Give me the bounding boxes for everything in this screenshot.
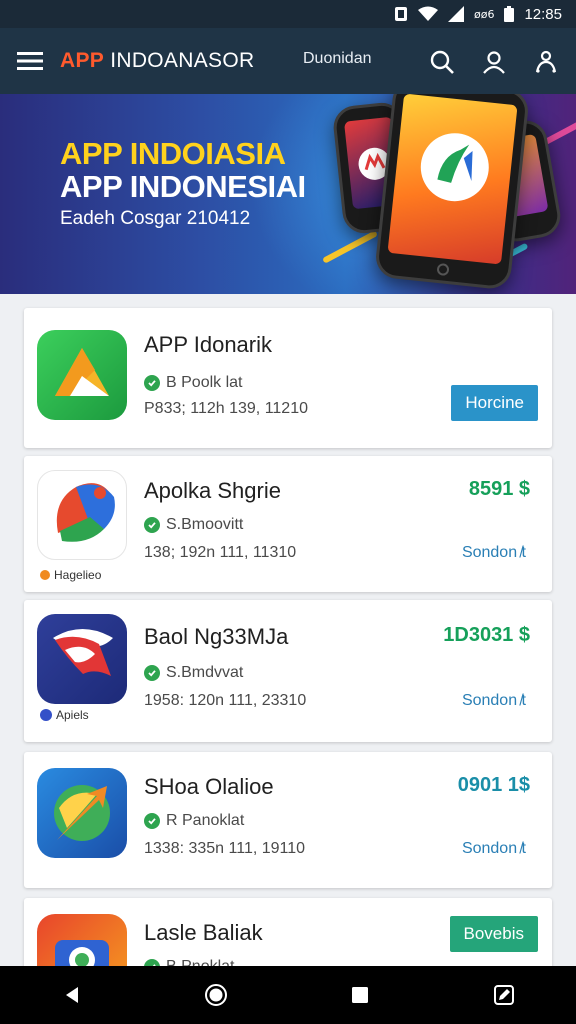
recents-button[interactable] bbox=[330, 966, 390, 1024]
menu-icon bbox=[17, 52, 43, 70]
badge-text: Apiels bbox=[56, 708, 89, 722]
app-link[interactable]: Sondon ̸t bbox=[462, 840, 526, 858]
badge-check-icon bbox=[40, 709, 52, 721]
account-icon bbox=[483, 51, 505, 74]
promo-banner[interactable]: APP INDOIASIA APP INDONESIAI Eadeh Cosga… bbox=[0, 94, 576, 294]
banner-subtitle: Eadeh Cosgar 210412 bbox=[60, 208, 251, 229]
app-card[interactable]: Apiels Baol Ng33MJa S.Bmdvvat 1958: 120n… bbox=[24, 600, 552, 742]
app-meta: R Panoklat bbox=[144, 812, 244, 830]
verified-check-icon bbox=[144, 375, 160, 391]
app-price: 8591 $ bbox=[468, 478, 530, 500]
account-button[interactable] bbox=[472, 40, 516, 84]
arrow-globe-icon bbox=[37, 768, 127, 858]
header-link[interactable]: Duonidan bbox=[303, 50, 372, 68]
app-card[interactable]: Hagelieo Apolka Shgrie S.Bmoovitt 138; 1… bbox=[24, 456, 552, 592]
battery-icon bbox=[504, 6, 515, 22]
app-meta-text: S.Bmoovitt bbox=[166, 516, 244, 533]
recents-icon bbox=[352, 987, 368, 1003]
app-info: P833; 112h 139, 11210 bbox=[144, 400, 308, 417]
app-info: 138; 192n 111, 11310 bbox=[144, 544, 297, 561]
red-swirl-icon bbox=[37, 614, 127, 704]
edit-icon bbox=[494, 985, 514, 1005]
home-button[interactable] bbox=[186, 966, 246, 1024]
verified-check-icon bbox=[144, 517, 160, 533]
app-price: 0901 1$ bbox=[457, 774, 530, 796]
verified-check-icon bbox=[144, 665, 160, 681]
app-badge: Hagelieo bbox=[40, 568, 101, 582]
search-button[interactable] bbox=[420, 40, 464, 84]
app-meta: S.Bmdvvat bbox=[144, 664, 243, 682]
wifi-icon bbox=[417, 6, 438, 22]
app-title: Lasle Baliak bbox=[144, 920, 263, 945]
search-icon bbox=[430, 50, 454, 74]
app-title: Apolka Shgrie bbox=[144, 478, 281, 503]
system-nav-bar bbox=[0, 966, 576, 1024]
home-icon bbox=[205, 984, 227, 1006]
app-card[interactable]: APP Idonarik B Poolk lat P833; 112h 139,… bbox=[24, 308, 552, 448]
app-meta-text: S.Bmdvvat bbox=[166, 664, 244, 681]
app-link[interactable]: Sondon ̸t bbox=[462, 544, 526, 562]
edit-button[interactable] bbox=[474, 966, 534, 1024]
app-price: 1D3031 $ bbox=[443, 624, 530, 646]
app-action-button[interactable]: Horcine bbox=[451, 385, 538, 421]
app-link[interactable]: Sondon ̸t bbox=[462, 692, 526, 710]
app-card[interactable]: SHoa Olalioe R Panoklat 1338: 335n 111, … bbox=[24, 752, 552, 888]
app-title: Baol Ng33MJa bbox=[144, 624, 289, 649]
app-title: APP Idonarik bbox=[144, 332, 273, 357]
phone-illustration-main bbox=[373, 94, 531, 291]
signal-icon bbox=[447, 6, 464, 22]
badge-text: Hagelieo bbox=[54, 568, 102, 582]
verified-check-icon bbox=[144, 813, 160, 829]
app-badge: Apiels bbox=[40, 708, 89, 722]
back-icon bbox=[66, 987, 78, 1003]
app-meta-text: R Panoklat bbox=[166, 812, 245, 829]
app-info: 1958: 120n 111, 23310 bbox=[144, 692, 307, 709]
badge-dot-icon bbox=[40, 570, 50, 580]
brand-name: INDOANASOR bbox=[104, 49, 255, 72]
drive-triangle-icon bbox=[37, 330, 127, 420]
banner-title: APP INDOIASIA bbox=[60, 136, 286, 171]
app-action-button[interactable]: Bovebis bbox=[449, 916, 538, 952]
share-button[interactable] bbox=[524, 40, 568, 84]
clock: 12:85 bbox=[524, 5, 562, 23]
maps-pin-icon bbox=[37, 470, 127, 560]
status-bar: øø6 12:85 bbox=[0, 0, 576, 28]
notification-icon bbox=[394, 6, 408, 22]
app-title: SHoa Olalioe bbox=[144, 774, 274, 799]
menu-button[interactable] bbox=[0, 28, 60, 94]
app-meta-text: B Poolk lat bbox=[166, 374, 243, 391]
network-label: øø6 bbox=[473, 7, 495, 21]
brand-accent: APP bbox=[60, 49, 105, 72]
share-icon bbox=[535, 50, 557, 73]
app-brand: APP INDOANASOR bbox=[60, 49, 254, 73]
app-bar: APP INDOANASOR Duonidan bbox=[0, 28, 576, 94]
app-meta: B Poolk lat bbox=[144, 374, 242, 392]
app-meta: S.Bmoovitt bbox=[144, 516, 243, 534]
banner-title-secondary: APP INDONESIAI bbox=[60, 169, 306, 204]
app-bar-actions bbox=[420, 40, 568, 84]
app-info: 1338: 335n 111, 19110 bbox=[144, 840, 306, 857]
back-button[interactable] bbox=[42, 966, 102, 1024]
